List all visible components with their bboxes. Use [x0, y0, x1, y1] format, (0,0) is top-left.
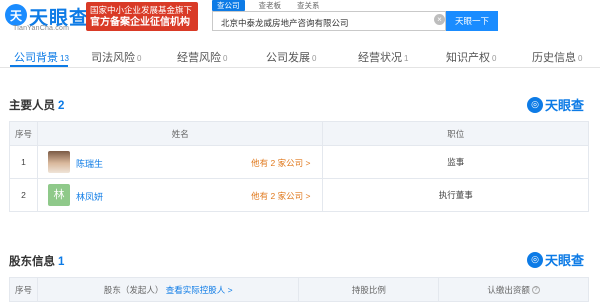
tab-count: 0 [223, 54, 228, 63]
person-name-link[interactable]: 林凤妍 [76, 190, 103, 203]
search-tab-relation[interactable]: 查关系 [295, 0, 322, 11]
section-nav: 公司背景 13 司法风险 0 经营风险 0 公司发展 0 经营状况 1 知识产权 0 历史信… [0, 44, 600, 68]
brand-text: 天眼查 [545, 98, 585, 113]
tab-label: 经营风险 [177, 52, 221, 64]
tab-history[interactable]: 历史信息 0 [532, 49, 582, 65]
tab-count: 1 [404, 54, 409, 63]
shareholder-section-title: 股东信息 1 [9, 253, 64, 269]
table-row: 2 林 林凤妍 他有 2 家公司 > 执行董事 [9, 178, 589, 212]
tab-label: 司法风险 [91, 52, 135, 64]
tab-count: 0 [312, 54, 317, 63]
search-button[interactable]: 天眼一下 [446, 11, 498, 31]
col-ratio: 持股比例 [298, 277, 440, 302]
col-subscribed-label: 认缴出资额 [487, 284, 530, 295]
eye-logo-icon: ◎ [527, 96, 543, 113]
personnel-table: 序号 姓名 职位 1 陈瑞生 他有 2 家公司 > 监事 2 林 林凤妍 他有 … [9, 121, 589, 212]
col-index: 序号 [9, 121, 38, 146]
col-position: 职位 [322, 121, 589, 146]
person-name-link[interactable]: 陈瑞生 [76, 157, 103, 170]
col-subscribed: 认缴出资额? [438, 277, 589, 302]
position-value: 执行董事 [322, 178, 589, 212]
tab-operating-status[interactable]: 经营状况 1 [358, 49, 408, 65]
related-companies-link[interactable]: 他有 2 家公司 > [251, 190, 310, 202]
tab-legal-risk[interactable]: 司法风险 0 [91, 49, 141, 65]
personnel-section-title: 主要人员 2 [9, 97, 64, 113]
position-value: 监事 [322, 145, 589, 179]
tianyancha-watermark: ◎ 天眼查 [527, 95, 584, 114]
active-tab-underline [10, 65, 68, 67]
tab-label: 公司发展 [266, 52, 310, 64]
shareholder-table: 序号 股东（发起人） 查看实际控股人 > 持股比例 认缴出资额? [9, 277, 589, 302]
eye-logo-icon: ◎ [527, 251, 543, 268]
personnel-title: 主要人员 [9, 100, 55, 112]
table-row: 1 陈瑞生 他有 2 家公司 > 监事 [9, 145, 589, 179]
tab-label: 经营状况 [358, 52, 402, 64]
tab-intellectual-property[interactable]: 知识产权 0 [446, 49, 496, 65]
search-tab-company[interactable]: 查公司 [212, 0, 245, 11]
col-shareholder-label: 股东（发起人） [103, 284, 164, 295]
view-controller-link[interactable]: 查看实际控股人 > [166, 285, 233, 295]
col-index: 序号 [9, 277, 38, 302]
brand-text: 天眼查 [545, 253, 585, 268]
col-shareholder: 股东（发起人） 查看实际控股人 > [36, 277, 300, 302]
tianyancha-logo-icon[interactable]: 天 [5, 4, 27, 26]
tab-label: 知识产权 [446, 52, 490, 64]
tianyancha-watermark: ◎ 天眼查 [527, 250, 584, 269]
logo-url: TianYanCha.com [13, 25, 70, 32]
tab-operating-risk[interactable]: 经营风险 0 [177, 49, 227, 65]
search-tabs: 查公司 查老板 查关系 [212, 0, 322, 11]
search-tab-boss[interactable]: 查老板 [257, 0, 284, 11]
tab-company-background[interactable]: 公司背景 13 [14, 49, 69, 65]
header: 天 天眼查 TianYanCha.com 国家中小企业发展基金旗下 官方备案企业… [0, 0, 600, 36]
tab-count: 0 [578, 54, 583, 63]
col-name: 姓名 [36, 121, 324, 146]
gov-badge-line1: 国家中小企业发展基金旗下 [90, 5, 193, 15]
person-cell: 陈瑞生 他有 2 家公司 > [36, 145, 324, 179]
row-index: 2 [9, 178, 38, 212]
tab-count: 13 [60, 54, 69, 63]
info-icon[interactable]: ? [531, 286, 540, 295]
shareholder-title: 股东信息 [9, 256, 55, 268]
gov-badge-line2: 官方备案企业征信机构 [90, 17, 190, 28]
tab-count: 0 [492, 54, 497, 63]
tab-label: 公司背景 [14, 52, 58, 64]
table-header-row: 序号 姓名 职位 [9, 121, 589, 146]
avatar[interactable] [47, 151, 70, 173]
gov-badge: 国家中小企业发展基金旗下 官方备案企业征信机构 [86, 2, 198, 31]
clear-icon[interactable]: × [434, 14, 445, 25]
shareholder-count: 1 [58, 256, 65, 268]
row-index: 1 [9, 145, 38, 179]
person-cell: 林 林凤妍 他有 2 家公司 > [36, 178, 324, 212]
tab-label: 历史信息 [532, 52, 576, 64]
tab-count: 0 [137, 54, 142, 63]
table-header-row: 序号 股东（发起人） 查看实际控股人 > 持股比例 认缴出资额? [9, 277, 589, 302]
search-input[interactable]: 北京中泰龙威房地产咨询有限公司 [212, 11, 446, 31]
tab-company-development[interactable]: 公司发展 0 [266, 49, 316, 65]
related-companies-link[interactable]: 他有 2 家公司 > [251, 157, 310, 169]
personnel-count: 2 [58, 100, 65, 112]
avatar[interactable]: 林 [47, 184, 70, 206]
